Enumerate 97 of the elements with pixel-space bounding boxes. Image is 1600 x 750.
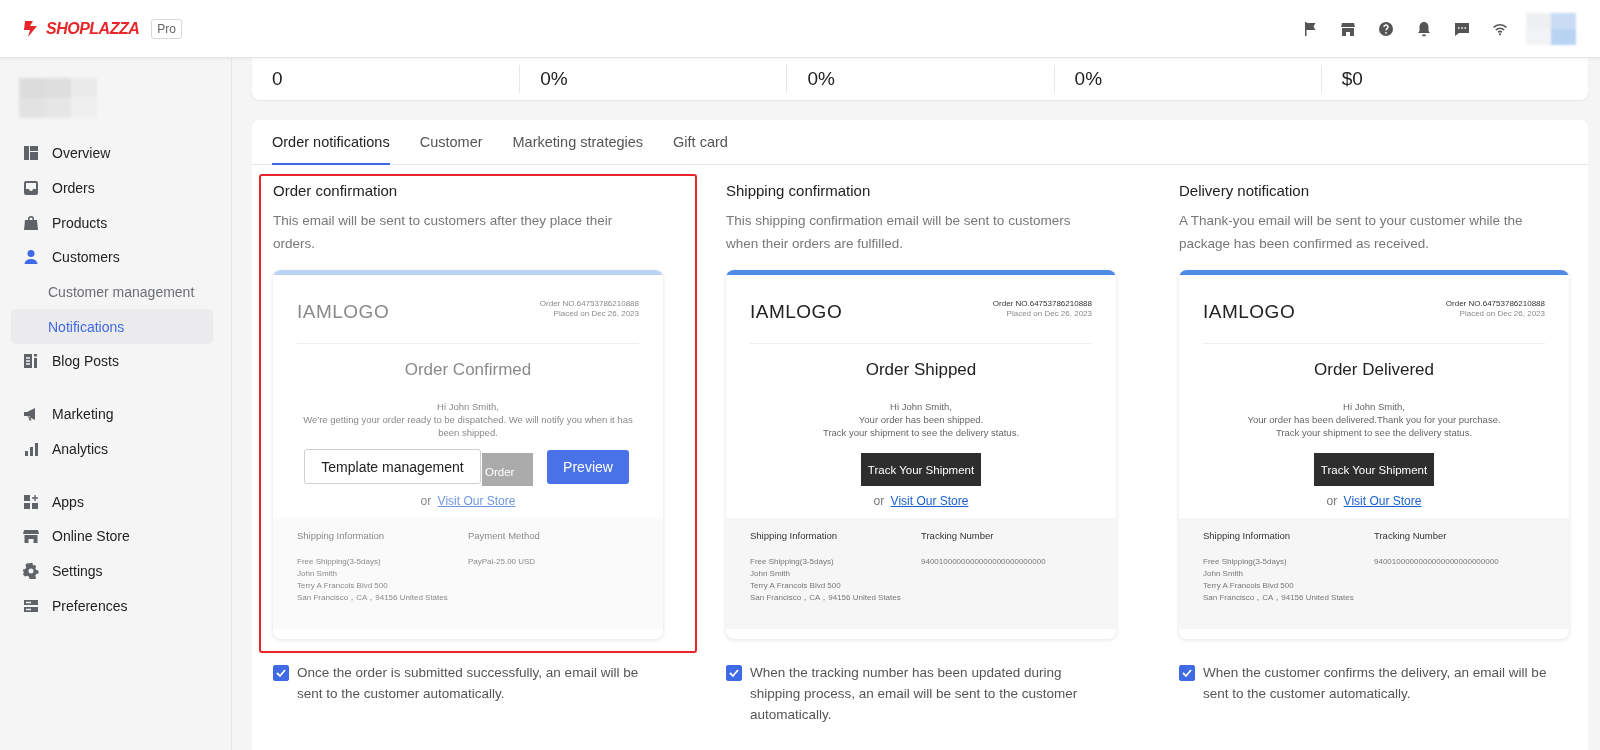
checkbox[interactable] [1179, 665, 1195, 681]
info-line: John Smith [750, 568, 792, 580]
stat-value: $0 [1341, 68, 1363, 90]
info-line: Terry A Francois Blvd 500 [750, 580, 842, 592]
tab[interactable]: Customer [419, 120, 483, 165]
or-text: or [1326, 494, 1338, 508]
email-message: Track your shipment to see the delivery status. [821, 426, 1021, 439]
info-line: John Smith [297, 568, 339, 580]
section-title: Shipping confirmation [726, 182, 872, 199]
info-line: 9400100000000000000000000000 [921, 556, 1047, 568]
nav-item[interactable]: Preferences [11, 588, 213, 623]
info-line: Terry A Francois Blvd 500 [1203, 580, 1295, 592]
or-text: or [420, 494, 432, 508]
info-line: John Smith [1203, 568, 1245, 580]
nav-item[interactable]: Settings [11, 553, 213, 589]
email-greeting: Hi John Smith, [889, 400, 953, 413]
info-heading: Shipping Information [1203, 530, 1292, 541]
section-description: This email will be sent to customers after they place their orders. [273, 212, 614, 253]
info-line: San Francisco，CA，94156 United States [297, 592, 449, 604]
info-line: Terry A Francois Blvd 500 [297, 580, 389, 592]
email-greeting: Hi John Smith, [436, 400, 500, 413]
nav-subitem[interactable]: Customer management [11, 274, 213, 310]
order-date: Placed on Dec 26, 2023 [1458, 309, 1545, 318]
section-title: Order confirmation [273, 182, 399, 199]
nav-item[interactable]: Orders [11, 170, 213, 206]
bar-chart-icon [23, 440, 39, 457]
nav-item[interactable]: Customers [11, 240, 213, 275]
nav-item[interactable]: Blog Posts [11, 344, 213, 379]
nav-item[interactable]: Analytics [11, 431, 213, 467]
overview-icon [23, 145, 39, 162]
bell-icon[interactable] [1416, 20, 1432, 37]
info-line: Free Shipping(3-5days) [750, 556, 835, 568]
info-heading: Tracking Number [1374, 530, 1448, 541]
stat-value: 0% [540, 68, 568, 90]
order-number: Order NO.64753786210888 [992, 299, 1092, 308]
tray-icon [23, 180, 39, 197]
plan-badge: Pro [151, 18, 182, 39]
nav-subitem[interactable]: Notifications [11, 309, 213, 345]
nav-item[interactable]: Overview [11, 136, 213, 171]
info-line: San Francisco，CA，94156 United States [1203, 592, 1355, 604]
order-date: Placed on Dec 26, 2023 [1005, 309, 1092, 318]
checkbox-label: When the tracking number has been updated during shipping process, an email will be sent to the customer automatically. [750, 664, 1079, 724]
email-greeting: Hi John Smith, [1342, 400, 1406, 413]
bag-icon [23, 214, 39, 231]
section-title: Delivery notification [1179, 182, 1311, 199]
flag-icon[interactable] [1302, 20, 1318, 37]
email-heading: Order Shipped [864, 360, 978, 380]
email-logo: IAMLOGO [750, 301, 843, 323]
email-message: We're getting your order ready to be dispatched. We will notify you when it has been shipped. [302, 413, 634, 439]
info-heading: Payment Method [468, 530, 541, 541]
chat-icon[interactable] [1454, 20, 1470, 37]
info-heading: Shipping Information [297, 530, 386, 541]
info-heading: Tracking Number [921, 530, 995, 541]
or-text: or [873, 494, 885, 508]
checkbox-label: Once the order is submitted successfully, an email will be sent to the customer automatically. [297, 664, 640, 703]
info-line: Free Shipping(3-5days) [1203, 556, 1288, 568]
email-logo: IAMLOGO [1203, 301, 1296, 323]
stat-value: 0% [807, 68, 835, 90]
server-icon [23, 597, 39, 614]
email-logo: IAMLOGO [297, 301, 390, 323]
nav-item[interactable]: Apps [11, 484, 213, 519]
person-icon [23, 249, 39, 266]
nav-item[interactable]: Marketing [11, 396, 213, 432]
order-date: Placed on Dec 26, 2023 [552, 309, 639, 318]
email-message: Track your shipment to see the delivery status. [1274, 426, 1474, 439]
order-number: Order NO.64753786210888 [1445, 299, 1545, 308]
info-heading: Shipping Information [750, 530, 839, 541]
checkbox-label: When the customer confirms the delivery, an email will be sent to the customer automatically. [1203, 664, 1548, 703]
section-description: A Thank-you email will be sent to your customer while the package has been confirmed as received. [1179, 212, 1524, 253]
email-message: Your order has been shipped. [857, 413, 985, 426]
info-line: San Francisco，CA，94156 United States [750, 592, 902, 604]
nav-item[interactable]: Products [11, 205, 213, 241]
checkbox[interactable] [273, 665, 289, 681]
template-management-button[interactable]: Template management [304, 449, 481, 484]
info-line: PayPal-25.00 USD [468, 556, 537, 568]
stat-value: 0 [272, 68, 283, 90]
tab[interactable]: Gift card [673, 120, 728, 165]
help-icon[interactable] [1378, 20, 1394, 37]
brand-logo: SHOPLAZZA [46, 19, 140, 38]
settings-icon [23, 562, 39, 579]
apps-icon [23, 493, 39, 510]
storefront-icon[interactable] [1340, 20, 1356, 37]
info-line: 9400100000000000000000000000 [1374, 556, 1500, 568]
storefront-icon [23, 528, 39, 545]
order-number: Order NO.64753786210888 [539, 299, 639, 308]
checkbox[interactable] [726, 665, 742, 681]
section-description: This shipping confirmation email will be sent to customers when their orders are fulfilled. [726, 212, 1072, 253]
tab[interactable]: Order notifications [272, 120, 390, 165]
email-heading: Order Confirmed [403, 360, 533, 380]
nav-item[interactable]: Online Store [11, 518, 213, 554]
preview-button[interactable]: Preview [547, 449, 629, 484]
tab[interactable]: Marketing strategies [512, 120, 644, 165]
email-heading: Order Delivered [1313, 360, 1435, 380]
document-icon [23, 353, 39, 370]
stat-value: 0% [1074, 68, 1103, 90]
info-line: Free Shipping(3-5days) [297, 556, 382, 568]
email-message: Your order has been delivered.Thank you for your purchase. [1246, 413, 1502, 426]
